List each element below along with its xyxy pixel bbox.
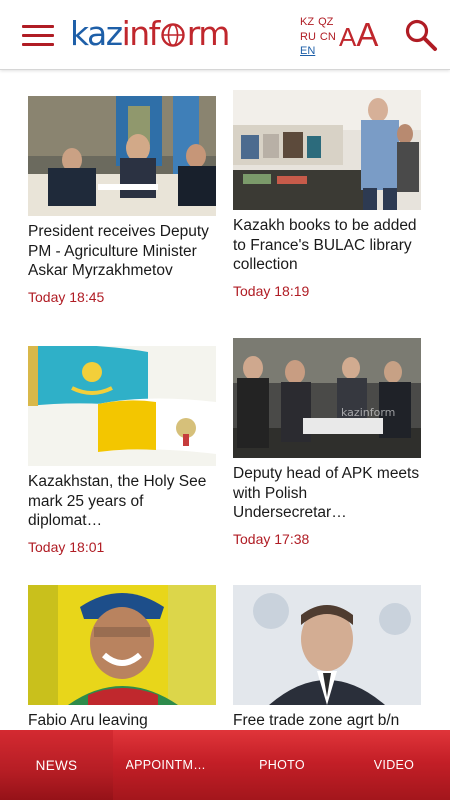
news-title[interactable]: Deputy head of APK meets with Polish Und…	[233, 464, 421, 523]
news-card[interactable]: President receives Deputy PM - Agricultu…	[28, 96, 216, 305]
news-title[interactable]: Fabio Aru leaving	[28, 711, 216, 730]
app-header: kazinf rm KZ QZ RU CN EN AA	[0, 0, 450, 70]
news-title[interactable]: President receives Deputy PM - Agricultu…	[28, 222, 216, 281]
tab-news[interactable]: NEWS	[0, 730, 113, 800]
news-card[interactable]: Fabio Aru leaving	[28, 585, 216, 730]
lang-kz[interactable]: KZ	[300, 15, 314, 30]
apec-speaker-photo	[233, 585, 421, 705]
news-title[interactable]: Kazakhstan, the Holy See mark 25 years o…	[28, 472, 216, 531]
lang-qz[interactable]: QZ	[318, 15, 333, 30]
lang-cn[interactable]: CN	[320, 30, 336, 45]
news-time: Today 17:38	[233, 530, 310, 547]
news-grid: President receives Deputy PM - Agricultu…	[0, 70, 450, 730]
lang-ru[interactable]: RU	[300, 30, 316, 45]
news-card[interactable]: kazinform Deputy head of APK meets with …	[233, 338, 421, 547]
tab-video[interactable]: VIDEO	[338, 730, 450, 800]
tab-photo[interactable]: PHOTO	[226, 730, 338, 800]
news-card[interactable]: Kazakh books to be added to France's BUL…	[233, 90, 421, 299]
delegation-meeting-photo: kazinform	[233, 338, 421, 458]
font-size-button[interactable]: AA	[339, 17, 378, 60]
language-switcher: KZ QZ RU CN EN	[300, 15, 336, 59]
kazinform-logo[interactable]: kazinf rm	[70, 12, 230, 56]
news-time: Today 18:45	[28, 288, 105, 305]
news-time: Today 18:01	[28, 538, 105, 555]
svg-text:kazinform: kazinform	[341, 406, 395, 419]
hamburger-menu-icon[interactable]	[22, 22, 56, 48]
cyclist-portrait-photo	[28, 585, 216, 705]
globe-icon	[161, 23, 185, 47]
news-time: Today 18:19	[233, 282, 310, 299]
news-title[interactable]: Kazakh books to be added to France's BUL…	[233, 216, 421, 275]
news-card[interactable]: Kazakhstan, the Holy See mark 25 years o…	[28, 346, 216, 555]
bottom-navigation: NEWS APPOINTMEN… PHOTO VIDEO	[0, 730, 450, 800]
news-title[interactable]: Free trade zone agrt b/n	[233, 711, 421, 730]
tab-appointments[interactable]: APPOINTMEN…	[113, 730, 226, 800]
kazakhstan-vatican-flags	[28, 346, 216, 466]
meeting-office-photo	[28, 96, 216, 216]
news-card[interactable]: Free trade zone agrt b/n	[233, 585, 421, 730]
search-icon[interactable]	[404, 18, 438, 52]
book-exhibition-photo	[233, 90, 421, 210]
lang-en[interactable]: EN	[300, 44, 315, 59]
